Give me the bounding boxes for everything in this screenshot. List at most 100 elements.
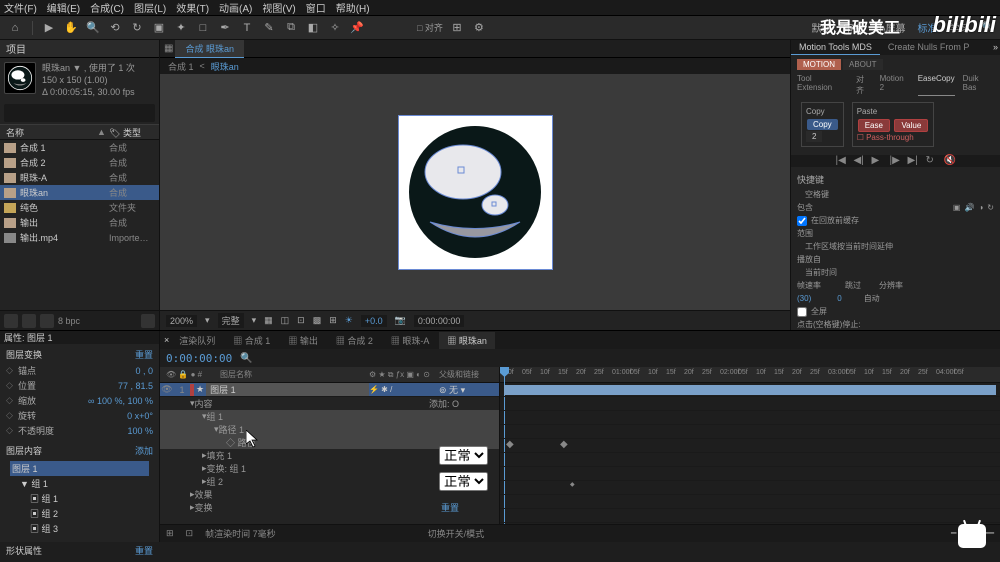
grid-icon[interactable]: ▦ (264, 315, 273, 326)
breadcrumb-item[interactable]: 合成 1 (168, 60, 194, 73)
timeline-tracks[interactable]: 00f05f10f15f20f25f01:00f05f10f15f20f25f0… (500, 367, 1000, 524)
region-icon[interactable]: ⊞ (329, 315, 337, 326)
loop-opt-icon[interactable]: ↻ (987, 203, 994, 212)
eraser-tool-icon[interactable]: ◧ (305, 20, 321, 36)
new-comp-icon[interactable] (40, 314, 54, 328)
zoom-dropdown[interactable]: 200% (166, 315, 197, 327)
tl-sublayer[interactable]: ▾ 路径 1 (160, 423, 499, 436)
col-type[interactable]: 🏷 类型 (109, 126, 159, 139)
new-folder-icon[interactable] (22, 314, 36, 328)
menu-effect[interactable]: 效果(T) (176, 0, 209, 15)
tl-tab[interactable]: ▦ 合成 2 (328, 332, 381, 349)
menu-window[interactable]: 窗口 (306, 0, 326, 15)
project-item[interactable]: 输出合成 (0, 215, 159, 230)
brush-tool-icon[interactable]: ✎ (261, 20, 277, 36)
tree-item[interactable]: ▣ 组 1 (10, 491, 149, 506)
graph-icon[interactable]: ⊡ (186, 528, 194, 539)
current-time[interactable]: 0:00:00:00 (166, 352, 232, 365)
channel-icon[interactable]: ⊡ (297, 315, 305, 326)
menu-layer[interactable]: 图层(L) (134, 0, 166, 15)
prop-opacity[interactable]: ◇不透明度100 % (6, 423, 153, 438)
motion2-tab[interactable]: Motion 2 (880, 74, 910, 96)
camera-tool-icon[interactable]: ▣ (151, 20, 167, 36)
menu-file[interactable]: 文件(F) (4, 0, 37, 15)
timeline-layer[interactable]: 👁1 ★ 图层 1 ⚡ ✱ / ⊚ 无 ▾ (160, 383, 499, 397)
tl-sublayer[interactable]: ▾ 组 1 (160, 410, 499, 423)
value-button[interactable]: Value (894, 119, 928, 132)
tl-sublayer[interactable]: ▸ 填充 1正常 (160, 449, 499, 462)
loop-icon[interactable]: ↻ (926, 155, 938, 167)
preview-icon[interactable]: ▣ (953, 203, 961, 212)
sc-fullscreen[interactable]: 全屏 (797, 305, 994, 318)
menu-edit[interactable]: 编辑(E) (47, 0, 80, 15)
align-tab[interactable]: 对齐 (856, 74, 872, 96)
easecopy-tab[interactable]: EaseCopy (918, 74, 955, 96)
stamp-tool-icon[interactable]: ⧉ (283, 20, 299, 36)
project-item[interactable]: 眼珠-A合成 (0, 170, 159, 185)
next-frame-icon[interactable]: |▶ (890, 155, 902, 167)
project-item[interactable]: 纯色文件夹 (0, 200, 159, 215)
project-item[interactable]: 合成 2合成 (0, 155, 159, 170)
toggle-icon[interactable]: ⊞ (166, 528, 174, 539)
overlay-icon[interactable]: ◑ (978, 203, 983, 212)
transparency-icon[interactable]: ▩ (313, 315, 322, 326)
tl-sublayer[interactable]: ▾ 内容添加: O (160, 397, 499, 410)
tl-tab[interactable]: ▦ 眼珠-A (383, 332, 438, 349)
mute-icon[interactable]: 🔇 (944, 155, 956, 167)
first-frame-icon[interactable]: |◀ (836, 155, 848, 167)
tool-ext[interactable]: Tool Extension (797, 74, 848, 96)
ease-button[interactable]: Ease (858, 119, 890, 132)
tl-tab[interactable]: 渲染队列 (171, 332, 223, 349)
tl-tab[interactable]: ▦ 眼珠an (439, 332, 495, 349)
comp-tab[interactable]: 合成 眼珠an (175, 40, 244, 58)
quality-dropdown[interactable]: 完整 (218, 313, 244, 328)
last-frame-icon[interactable]: ▶| (908, 155, 920, 167)
project-search[interactable] (4, 104, 155, 122)
breadcrumb-item[interactable]: 眼珠an (211, 60, 239, 73)
col-name[interactable]: 名称 (0, 126, 97, 139)
tool-opt-icon[interactable]: ⚙ (471, 20, 487, 36)
canvas[interactable] (398, 115, 553, 270)
prop-scale[interactable]: ◇缩放∞ 100 %, 100 % (6, 393, 153, 408)
puppet-tool-icon[interactable]: 📌 (349, 20, 365, 36)
audio-icon[interactable]: 🔊 (964, 203, 974, 212)
selection-tool-icon[interactable]: ▶ (41, 20, 57, 36)
prop-rotation[interactable]: ◇旋转0 x+0° (6, 408, 153, 423)
project-tab[interactable]: 项目 (0, 40, 159, 58)
menu-anim[interactable]: 动画(A) (219, 0, 252, 15)
motion-subtab[interactable]: MOTION (797, 59, 841, 70)
add-link[interactable]: 添加 (135, 444, 153, 457)
zoom-tool-icon[interactable]: 🔍 (85, 20, 101, 36)
reset-link[interactable]: 重置 (135, 348, 153, 361)
play-icon[interactable]: ▶ (872, 155, 884, 167)
exposure-value[interactable]: +0.0 (361, 315, 387, 327)
prop-position[interactable]: ◇位置77 , 81.5 (6, 378, 153, 393)
tree-item[interactable]: ▣ 组 3 (10, 521, 149, 536)
project-item[interactable]: 眼珠an合成 (0, 185, 159, 200)
interpret-icon[interactable] (4, 314, 18, 328)
reset-link[interactable]: 重置 (135, 544, 153, 557)
tree-item[interactable]: ▣ 组 2 (10, 506, 149, 521)
sc-cache[interactable]: 在回放前缓存 (797, 214, 994, 227)
project-item[interactable]: 合成 1合成 (0, 140, 159, 155)
menu-view[interactable]: 视图(V) (262, 0, 295, 15)
text-tool-icon[interactable]: T (239, 20, 255, 36)
snap-opt-icon[interactable]: ⊞ (449, 20, 465, 36)
anchor-tool-icon[interactable]: ✦ (173, 20, 189, 36)
tl-tab[interactable]: ▦ 合成 1 (225, 332, 278, 349)
menu-comp[interactable]: 合成(C) (90, 0, 124, 15)
motion-tools-tab[interactable]: Motion Tools MDS (791, 40, 880, 55)
tl-sublayer[interactable]: ▸ 变换重置 (160, 501, 499, 514)
roto-tool-icon[interactable]: ✧ (327, 20, 343, 36)
rotate-tool-icon[interactable]: ↻ (129, 20, 145, 36)
copy-button[interactable]: Copy (807, 119, 838, 130)
tree-item[interactable]: ▼ 组 1 (10, 476, 149, 491)
home-icon[interactable]: ⌂ (6, 20, 24, 36)
tree-item[interactable]: 图层 1 (10, 461, 149, 476)
time-ruler[interactable]: 00f05f10f15f20f25f01:00f05f10f15f20f25f0… (500, 367, 1000, 383)
orbit-tool-icon[interactable]: ⟲ (107, 20, 123, 36)
about-subtab[interactable]: ABOUT (843, 59, 883, 70)
sc-current[interactable]: 当前时间 (797, 266, 994, 279)
snapshot-icon[interactable]: 📷 (395, 315, 406, 326)
pen-tool-icon[interactable]: ✒ (217, 20, 233, 36)
